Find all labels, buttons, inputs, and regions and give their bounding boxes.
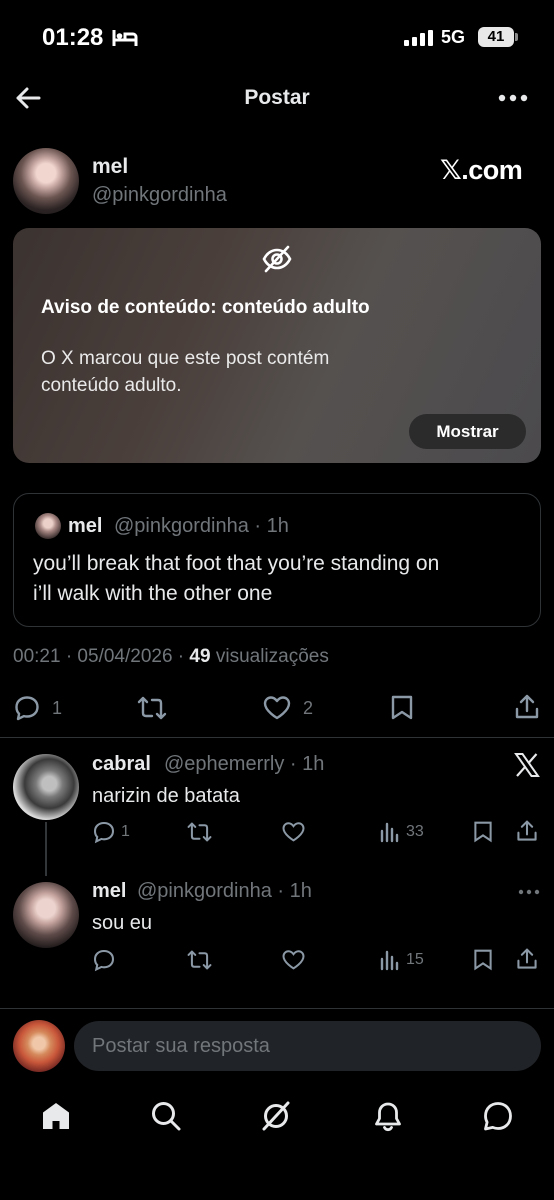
author-handle[interactable]: @pinkgordinha xyxy=(92,184,227,207)
eye-off-icon xyxy=(261,243,293,275)
like-icon[interactable] xyxy=(281,948,306,972)
bookmark-icon[interactable] xyxy=(472,820,494,844)
network-label: 5G xyxy=(441,27,466,47)
like-icon[interactable] xyxy=(281,820,306,844)
battery-cap xyxy=(515,33,518,41)
repost-icon[interactable] xyxy=(186,948,213,972)
views-label: visualizações xyxy=(210,646,329,667)
share-icon[interactable] xyxy=(515,819,539,843)
reply-author-name[interactable]: cabral xyxy=(92,753,151,776)
quote-text-line: i’ll walk with the other one xyxy=(33,582,273,605)
bookmark-icon[interactable] xyxy=(472,948,494,972)
reply-count: 1 xyxy=(121,823,130,840)
reply-text: narizin de batata xyxy=(92,785,240,807)
grok-icon[interactable] xyxy=(260,1100,292,1132)
bookmark-icon[interactable] xyxy=(389,694,415,722)
views-icon[interactable] xyxy=(379,949,401,971)
quote-text: you’ll break that foot that you’re stand… xyxy=(33,549,533,609)
x-logo-icon xyxy=(514,753,540,777)
notifications-icon[interactable] xyxy=(372,1100,404,1132)
share-icon[interactable] xyxy=(515,947,539,971)
reply-avatar[interactable] xyxy=(13,882,79,948)
composer-avatar xyxy=(13,1020,65,1072)
view-count: 49 xyxy=(189,646,211,667)
more-options-icon[interactable] xyxy=(518,888,540,896)
post-timestamp: 00:21 · 05/04/2026 · xyxy=(13,646,190,667)
like-count: 2 xyxy=(303,698,314,718)
search-icon[interactable] xyxy=(150,1100,182,1132)
content-warning-title: Aviso de conteúdo: conteúdo adulto xyxy=(41,297,370,318)
reply-input[interactable]: Postar sua resposta xyxy=(74,1021,541,1071)
status-time: 01:28 xyxy=(42,24,104,51)
divider xyxy=(0,737,554,738)
reply-text: sou eu xyxy=(92,912,153,934)
sleep-focus-icon xyxy=(112,28,138,48)
thread-line xyxy=(45,822,47,876)
reply-author-name[interactable]: mel xyxy=(92,880,126,903)
author-avatar[interactable] xyxy=(13,148,79,214)
messages-icon[interactable] xyxy=(482,1100,514,1132)
divider xyxy=(0,1008,554,1009)
source-badge: 𝕏.com xyxy=(440,155,523,185)
views-icon[interactable] xyxy=(379,821,401,843)
reply-icon[interactable] xyxy=(13,694,41,722)
reply-avatar[interactable] xyxy=(13,754,79,820)
reply-author-handle[interactable]: @ephemerrly · 1h xyxy=(164,753,324,776)
repost-icon[interactable] xyxy=(186,820,213,844)
page-title: Postar xyxy=(244,86,310,109)
reply-icon[interactable] xyxy=(92,820,116,844)
quote-text-line: you’ll break that foot that you’re stand… xyxy=(33,552,440,575)
author-name[interactable]: mel xyxy=(92,155,128,179)
home-icon[interactable] xyxy=(40,1100,72,1132)
post-meta: 00:21 · 05/04/2026 · 49 visualizações xyxy=(13,646,329,668)
reply-author-handle[interactable]: @pinkgordinha · 1h xyxy=(137,880,312,903)
share-icon[interactable] xyxy=(513,693,541,721)
view-count: 15 xyxy=(406,951,424,968)
view-count: 33 xyxy=(406,823,424,840)
reply-icon[interactable] xyxy=(92,948,116,972)
signal-icon xyxy=(404,30,434,46)
reply-count: 1 xyxy=(52,698,63,718)
like-icon[interactable] xyxy=(262,694,292,722)
repost-icon[interactable] xyxy=(136,694,168,722)
battery-indicator: 41 xyxy=(478,27,514,47)
quote-author-handle: @pinkgordinha · 1h xyxy=(114,515,289,537)
more-options-icon[interactable] xyxy=(498,92,528,104)
content-warning-body: O X marcou que este post contém conteúdo… xyxy=(41,348,330,396)
show-content-button[interactable]: Mostrar xyxy=(409,414,526,449)
quote-avatar xyxy=(35,513,61,539)
quote-author-name: mel xyxy=(68,515,103,537)
